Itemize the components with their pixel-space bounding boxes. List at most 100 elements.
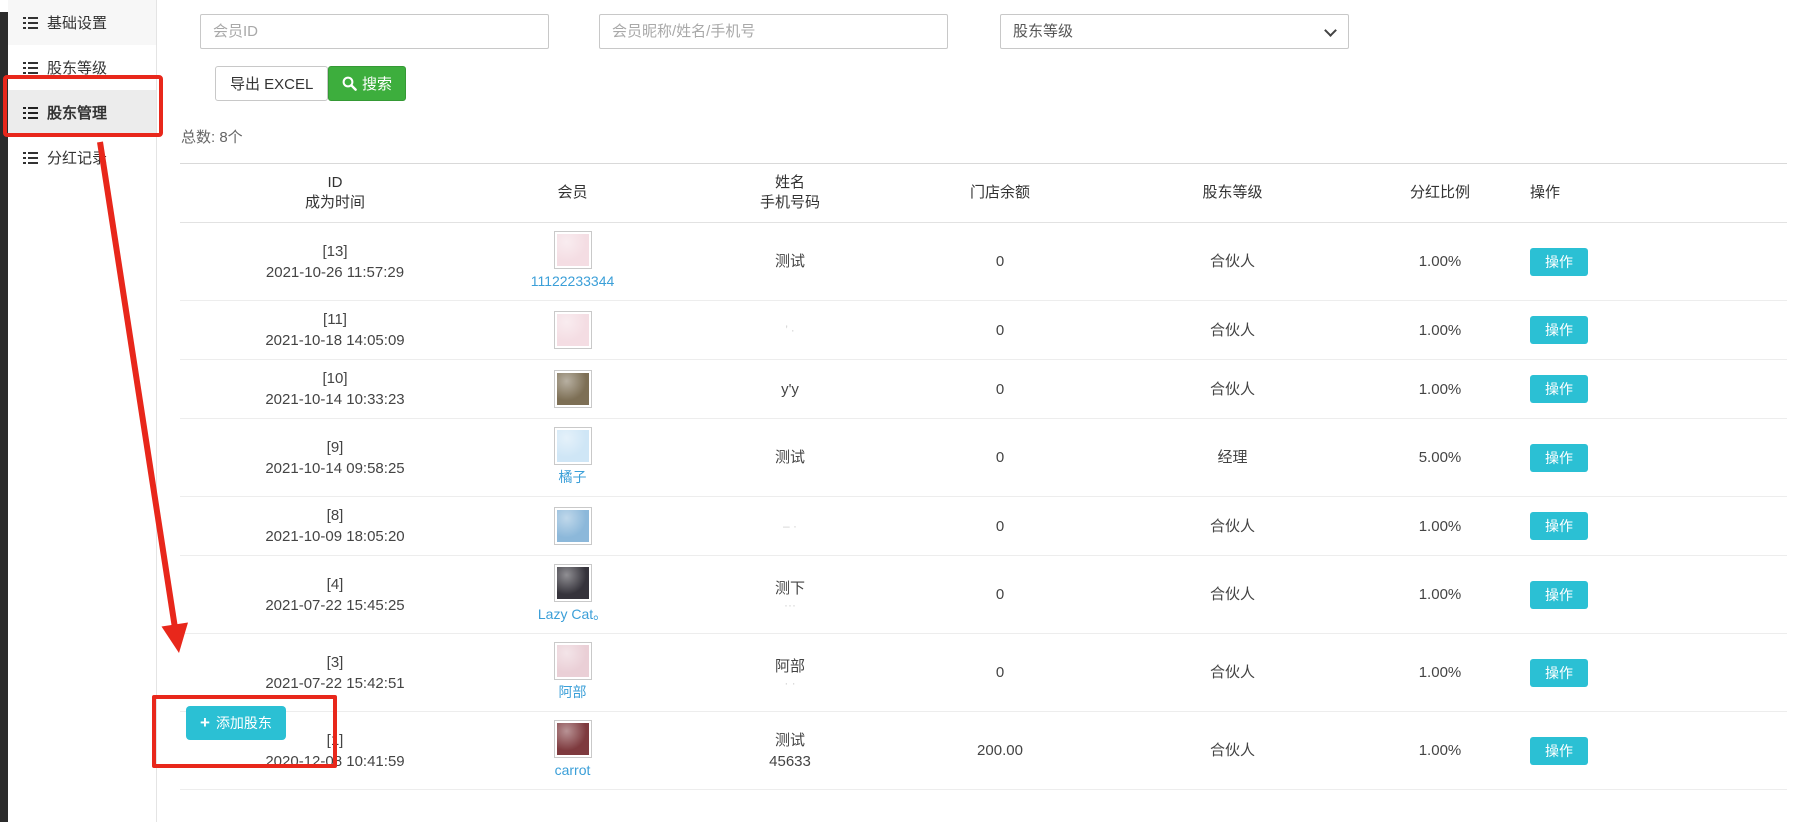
member-cell	[490, 497, 655, 556]
store-balance-cell: 0	[925, 556, 1075, 634]
magnifier-icon	[342, 76, 357, 91]
actions-cell: 操作	[1490, 497, 1787, 556]
id-time-cell: [4] 2021-07-22 15:45:25	[180, 556, 490, 634]
sidebar-item-dividend-records[interactable]: 分红记录	[8, 135, 156, 180]
member-nickname-link[interactable]: Lazy Cat。	[538, 604, 607, 625]
member-cell: Lazy Cat。	[490, 556, 655, 634]
actions-cell: 操作	[1490, 634, 1787, 712]
actions-cell: 操作	[1490, 712, 1787, 790]
list-icon	[23, 62, 38, 74]
member-row-id: [8]	[180, 505, 490, 526]
member-cell	[490, 301, 655, 360]
id-time-cell: [13] 2021-10-26 11:57:29	[180, 223, 490, 301]
avatar	[557, 723, 589, 755]
table-row: [4] 2021-07-22 15:45:25 Lazy Cat。 测下 ···…	[180, 556, 1787, 634]
plus-icon: +	[200, 714, 210, 731]
redacted-smudge: · ·	[655, 677, 925, 689]
shareholder-management-page: 基础设置 股东等级 股东管理 分红记录 股东等级 导出 EXCE	[0, 0, 1820, 822]
add-shareholder-label: 添加股东	[216, 713, 272, 733]
avatar-frame	[554, 642, 592, 680]
list-icon	[23, 152, 38, 164]
member-name: y'y	[655, 379, 925, 400]
sidebar: 基础设置 股东等级 股东管理 分红记录	[8, 0, 157, 822]
shareholder-level-cell: 合伙人	[1075, 634, 1390, 712]
member-nickname-link[interactable]: carrot	[555, 760, 591, 781]
id-time-cell: [10] 2021-10-14 10:33:23	[180, 360, 490, 419]
avatar-frame	[554, 311, 592, 349]
row-action-button[interactable]: 操作	[1530, 581, 1588, 609]
row-action-button[interactable]: 操作	[1530, 659, 1588, 687]
member-name: 测试	[655, 447, 925, 468]
sidebar-item-label: 股东管理	[47, 102, 107, 123]
name-phone-cell: y'y	[655, 360, 925, 419]
sidebar-item-label: 分红记录	[47, 147, 107, 168]
id-time-cell: [11] 2021-10-18 14:05:09	[180, 301, 490, 360]
actions-cell: 操作	[1490, 301, 1787, 360]
table-row: [9] 2021-10-14 09:58:25 橘子 测试 0 经理 5.00%…	[180, 419, 1787, 497]
member-id-input[interactable]	[200, 14, 549, 49]
header-store-balance: 门店余额	[925, 164, 1075, 223]
member-since-time: 2021-10-26 11:57:29	[180, 262, 490, 283]
member-name: 测试	[655, 251, 925, 272]
table-header-row: ID成为时间 会员 姓名手机号码 门店余额 股东等级 分红比例 操作	[180, 164, 1787, 223]
avatar	[557, 567, 589, 599]
sidebar-item-shareholder-level[interactable]: 股东等级	[8, 45, 156, 90]
table-row: [11] 2021-10-18 14:05:09 ’ · 0 合伙人 1.00%…	[180, 301, 1787, 360]
row-action-button[interactable]: 操作	[1530, 316, 1588, 344]
member-since-time: 2021-07-22 15:42:51	[180, 673, 490, 694]
member-nickname-link[interactable]: 橘子	[559, 467, 587, 488]
table-row: [13] 2021-10-26 11:57:29 11122233344 测试 …	[180, 223, 1787, 301]
store-balance-cell: 0	[925, 360, 1075, 419]
add-shareholder-button[interactable]: + 添加股东	[186, 706, 286, 740]
redacted-smudge: ’ ·	[655, 324, 925, 336]
export-excel-button[interactable]: 导出 EXCEL	[215, 66, 328, 101]
left-dark-strip	[0, 12, 8, 822]
avatar	[557, 430, 589, 462]
member-name: 测下	[655, 578, 925, 599]
avatar-frame	[554, 231, 592, 269]
list-icon	[23, 17, 38, 29]
sidebar-item-label: 股东等级	[47, 57, 107, 78]
sidebar-item-shareholder-management[interactable]: 股东管理	[8, 90, 156, 135]
table-body: [13] 2021-10-26 11:57:29 11122233344 测试 …	[180, 223, 1787, 790]
member-cell: 11122233344	[490, 223, 655, 301]
header-id-time: ID成为时间	[180, 164, 490, 223]
dividend-ratio-cell: 1.00%	[1390, 556, 1490, 634]
search-button[interactable]: 搜索	[328, 66, 406, 101]
row-action-button[interactable]: 操作	[1530, 248, 1588, 276]
member-cell: carrot	[490, 712, 655, 790]
row-action-button[interactable]: 操作	[1530, 737, 1588, 765]
shareholders-table: ID成为时间 会员 姓名手机号码 门店余额 股东等级 分红比例 操作 [13] …	[180, 163, 1787, 790]
name-phone-cell: 阿部 · ·	[655, 634, 925, 712]
member-name: 测试	[655, 730, 925, 751]
member-row-id: [11]	[180, 309, 490, 330]
avatar	[557, 645, 589, 677]
redacted-smudge: – ·	[655, 520, 925, 532]
avatar-frame	[554, 370, 592, 408]
member-since-time: 2021-10-14 09:58:25	[180, 458, 490, 479]
member-since-time: 2020-12-08 10:41:59	[180, 751, 490, 772]
sidebar-item-basic-settings[interactable]: 基础设置	[8, 0, 156, 45]
actions-cell: 操作	[1490, 419, 1787, 497]
member-cell	[490, 360, 655, 419]
avatar-frame	[554, 507, 592, 545]
row-action-button[interactable]: 操作	[1530, 512, 1588, 540]
sidebar-item-label: 基础设置	[47, 12, 107, 33]
member-nickname-link[interactable]: 阿部	[559, 682, 587, 703]
member-since-time: 2021-10-18 14:05:09	[180, 330, 490, 351]
search-button-label: 搜索	[362, 73, 392, 94]
dividend-ratio-cell: 1.00%	[1390, 712, 1490, 790]
header-name-phone: 姓名手机号码	[655, 164, 925, 223]
member-nickname-link[interactable]: 11122233344	[531, 271, 615, 292]
dividend-ratio-cell: 1.00%	[1390, 223, 1490, 301]
row-action-button[interactable]: 操作	[1530, 375, 1588, 403]
list-icon	[23, 107, 38, 119]
member-row-id: [9]	[180, 437, 490, 458]
row-action-button[interactable]: 操作	[1530, 444, 1588, 472]
member-cell: 阿部	[490, 634, 655, 712]
shareholder-level-select[interactable]: 股东等级	[1000, 14, 1349, 49]
nickname-name-phone-input[interactable]	[599, 14, 948, 49]
header-member: 会员	[490, 164, 655, 223]
table-row: [8] 2021-10-09 18:05:20 – · 0 合伙人 1.00% …	[180, 497, 1787, 556]
shareholder-level-cell: 合伙人	[1075, 301, 1390, 360]
